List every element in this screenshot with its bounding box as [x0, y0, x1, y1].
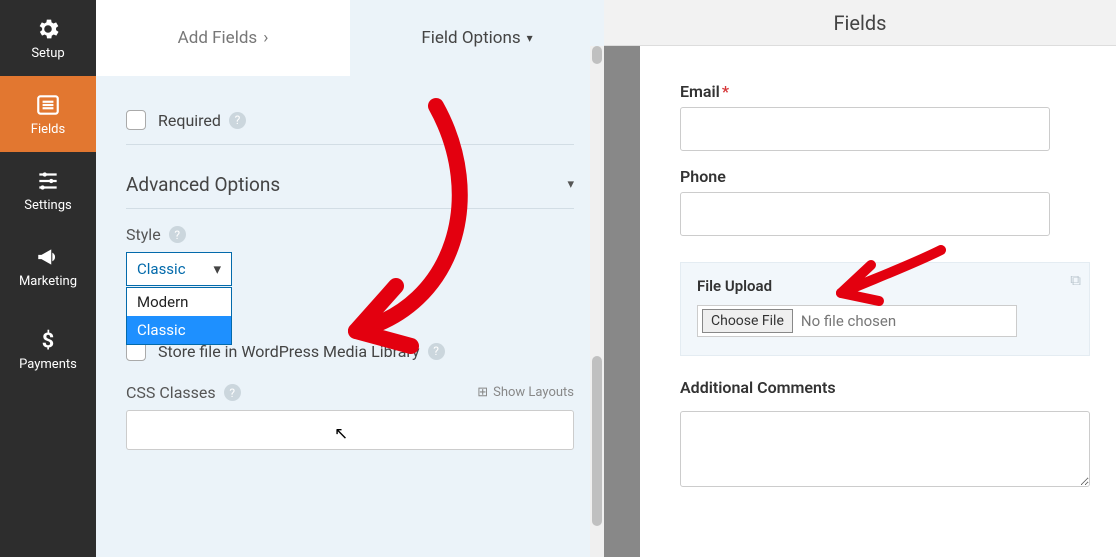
sidebar-label: Settings: [24, 198, 71, 213]
divider-strip: [604, 46, 640, 557]
app-sidebar: Setup Fields Settings Marketing $ Paymen…: [0, 0, 96, 557]
file-status: No file chosen: [797, 312, 896, 330]
scroll-thumb[interactable]: [592, 356, 602, 526]
sidebar-item-marketing[interactable]: Marketing: [0, 228, 96, 304]
sidebar-item-payments[interactable]: $ Payments: [0, 304, 96, 394]
advanced-options-toggle[interactable]: Advanced Options ▾: [126, 145, 574, 209]
sidebar-item-settings[interactable]: Settings: [0, 152, 96, 228]
required-row: Required ?: [126, 96, 574, 145]
required-asterisk: *: [722, 82, 729, 101]
chevron-down-icon: ▾: [527, 31, 533, 45]
duplicate-icon[interactable]: ⧉: [1070, 271, 1081, 289]
scroll-up-btn[interactable]: [592, 46, 602, 64]
section-label: Advanced Options: [126, 173, 280, 196]
comments-textarea[interactable]: [680, 411, 1090, 487]
list-icon: [35, 92, 61, 118]
show-layouts-label: Show Layouts: [493, 385, 574, 400]
style-label-row: Style ?: [126, 209, 574, 244]
field-options-panel: Add Fields › Field Options ▾ Required ? …: [96, 0, 604, 557]
preview-title: Fields: [834, 11, 887, 35]
chevron-right-icon: ›: [263, 28, 268, 48]
phone-input[interactable]: [680, 192, 1050, 236]
tab-field-options[interactable]: Field Options ▾: [350, 0, 604, 76]
panel-tabs: Add Fields › Field Options ▾: [96, 0, 604, 76]
cursor-icon: ↖: [334, 424, 348, 444]
help-icon[interactable]: ?: [229, 112, 246, 129]
comments-label: Additional Comments: [680, 378, 1091, 397]
file-upload-label: File Upload: [697, 277, 1073, 295]
sidebar-item-fields[interactable]: Fields: [0, 76, 96, 152]
email-label: Email*: [680, 82, 1091, 101]
tab-add-fields[interactable]: Add Fields ›: [96, 0, 350, 76]
grid-icon: ⊞: [477, 385, 488, 400]
help-icon[interactable]: ?: [428, 343, 445, 360]
tab-label: Add Fields: [178, 28, 258, 48]
sidebar-label: Marketing: [19, 274, 77, 289]
tab-label: Field Options: [421, 28, 520, 48]
css-classes-label: CSS Classes: [126, 383, 216, 402]
style-option-classic[interactable]: Classic: [127, 316, 231, 344]
phone-label: Phone: [680, 167, 1091, 186]
chevron-down-icon: ▾: [213, 260, 221, 278]
style-option-modern[interactable]: Modern: [127, 288, 231, 316]
bullhorn-icon: [35, 244, 61, 270]
sidebar-label: Fields: [31, 122, 65, 137]
show-layouts-link[interactable]: ⊞ Show Layouts: [477, 385, 574, 400]
svg-text:$: $: [42, 328, 54, 352]
sliders-icon: [35, 168, 61, 194]
style-value: Classic: [137, 260, 186, 278]
help-icon[interactable]: ?: [224, 384, 241, 401]
email-input[interactable]: [680, 107, 1050, 151]
gear-icon: [35, 16, 61, 42]
help-icon[interactable]: ?: [169, 226, 186, 243]
chevron-down-icon: ▾: [567, 177, 574, 192]
dollar-icon: $: [35, 327, 61, 353]
sidebar-label: Payments: [19, 357, 77, 372]
form-preview: Email* Phone ⧉ File Upload Choose File N…: [640, 46, 1116, 557]
choose-file-button[interactable]: Choose File: [702, 309, 793, 333]
file-input[interactable]: Choose File No file chosen: [697, 305, 1017, 337]
required-checkbox[interactable]: [126, 110, 146, 130]
sidebar-label: Setup: [31, 46, 64, 61]
css-classes-input[interactable]: [126, 410, 574, 450]
sidebar-item-setup[interactable]: Setup: [0, 0, 96, 76]
required-label: Required: [158, 111, 221, 130]
scrollbar[interactable]: [590, 46, 604, 557]
style-label: Style: [126, 225, 161, 244]
style-select[interactable]: Classic ▾ Modern Classic: [126, 252, 232, 286]
file-upload-field[interactable]: ⧉ File Upload Choose File No file chosen: [680, 262, 1090, 356]
preview-header: Fields: [604, 0, 1116, 46]
style-dropdown: Modern Classic: [126, 287, 232, 345]
